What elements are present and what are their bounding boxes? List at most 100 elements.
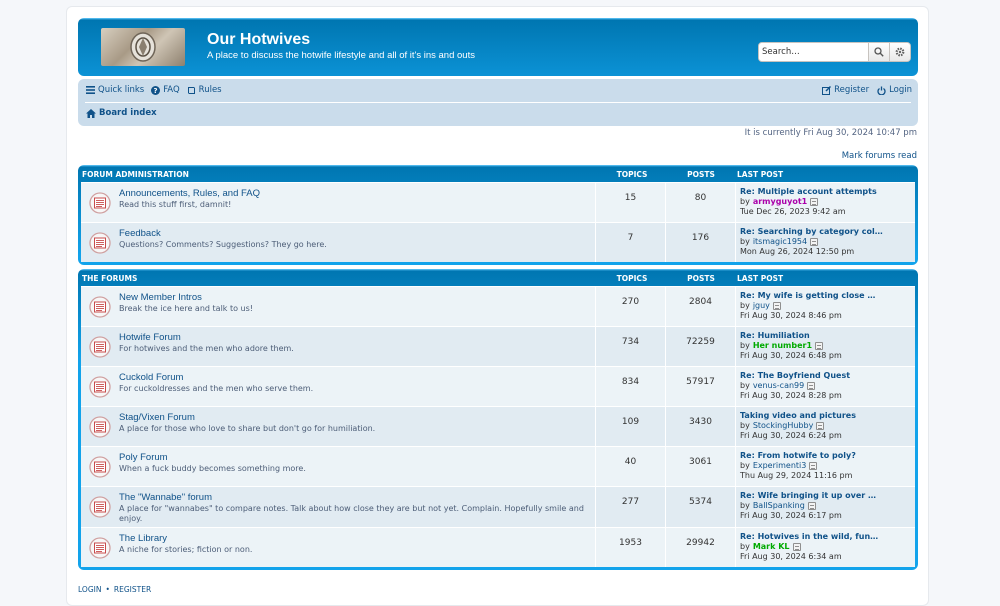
forum-title-link[interactable]: Poly Forum xyxy=(119,452,168,463)
forum-status xyxy=(89,192,111,217)
forum-read-icon xyxy=(89,376,111,398)
last-post-by-label: by xyxy=(740,501,750,510)
faq-link[interactable]: ? FAQ xyxy=(151,85,180,95)
search-icon xyxy=(874,47,884,57)
advanced-search-button[interactable] xyxy=(889,43,910,61)
forum-posts-count: 72259 xyxy=(665,327,735,366)
login-link[interactable]: Login xyxy=(877,85,912,95)
forum-posts-count: 3430 xyxy=(665,407,735,446)
category-the-forums: THE FORUMS TOPICS POSTS LAST POST New Member… xyxy=(78,269,918,570)
last-post-by-label: by xyxy=(740,381,750,390)
forum-description: For cuckoldresses and the men who serve … xyxy=(119,384,314,393)
forum-row: Cuckold Forum For cuckoldresses and the m… xyxy=(81,366,915,406)
last-post-author-link[interactable]: Her number1 xyxy=(753,341,812,351)
site-title[interactable]: Our Hotwives xyxy=(207,31,310,49)
forum-last-post: Re: Searching by category col… by itsmagic… xyxy=(735,223,915,262)
forum-topics-count: 1953 xyxy=(595,528,665,567)
forum-topics-count: 834 xyxy=(595,367,665,406)
col-last-post-header: LAST POST xyxy=(737,170,784,179)
current-datetime: It is currently Fri Aug 30, 2024 10:47 p… xyxy=(744,128,917,138)
forum-last-post: Re: From hotwife to poly? by Experimenti3 T… xyxy=(735,447,915,486)
forum-last-post: Re: Multiple account attempts by armyguyot… xyxy=(735,183,915,222)
view-latest-post-icon[interactable] xyxy=(815,342,824,350)
forum-read-icon xyxy=(89,192,111,214)
last-post-author-link[interactable]: BallSpanking xyxy=(753,501,805,511)
forum-title-link[interactable]: The "Wannabe" forum xyxy=(119,492,212,503)
forum-read-icon xyxy=(89,537,111,559)
forum-read-icon xyxy=(89,496,111,518)
forum-topics-count: 270 xyxy=(595,287,665,326)
last-post-author-link[interactable]: venus-can99 xyxy=(753,381,804,391)
forum-title-link[interactable]: Hotwife Forum xyxy=(119,332,181,343)
last-post-date: Tue Dec 26, 2023 9:42 am xyxy=(740,207,846,216)
last-post-author-link[interactable]: jguy xyxy=(753,301,770,311)
last-post-date: Mon Aug 26, 2024 12:50 pm xyxy=(740,247,855,256)
forum-title-link[interactable]: Feedback xyxy=(119,228,161,239)
footer-login-link[interactable]: LOGIN xyxy=(78,585,101,594)
forum-read-icon xyxy=(89,336,111,358)
mark-forums-read-link[interactable]: Mark forums read xyxy=(842,151,917,161)
last-post-author-line: by venus-can99 xyxy=(740,381,915,391)
view-latest-post-icon[interactable] xyxy=(807,502,816,510)
last-post-title-link[interactable]: Re: Wife bringing it up over … xyxy=(740,491,915,501)
forum-title-link[interactable]: Announcements, Rules, and FAQ xyxy=(119,188,260,199)
quick-links-menu[interactable]: Quick links xyxy=(86,85,144,95)
search-input[interactable] xyxy=(759,43,868,61)
forum-title-link[interactable]: Cuckold Forum xyxy=(119,372,183,383)
forum-read-icon xyxy=(89,456,111,478)
last-post-author-link[interactable]: StockingHubby xyxy=(753,421,814,431)
last-post-date: Fri Aug 30, 2024 6:17 pm xyxy=(740,511,842,520)
last-post-title-link[interactable]: Re: Searching by category col… xyxy=(740,227,915,237)
edit-icon xyxy=(822,85,832,95)
breadcrumb[interactable]: Board index xyxy=(86,108,157,118)
view-latest-post-icon[interactable] xyxy=(772,302,781,310)
forum-status xyxy=(89,496,111,521)
view-latest-post-icon[interactable] xyxy=(816,422,825,430)
forum-description: A place for "wannabes" to compare notes.… xyxy=(119,504,584,523)
forum-posts-count: 3061 xyxy=(665,447,735,486)
forum-row: Stag/Vixen Forum A place for those who lo… xyxy=(81,406,915,446)
category-title[interactable]: FORUM ADMINISTRATION xyxy=(82,170,189,179)
site-header: Our Hotwives A place to discuss the hotw… xyxy=(78,18,918,76)
view-latest-post-icon[interactable] xyxy=(792,543,801,551)
register-link[interactable]: Register xyxy=(822,85,869,95)
forum-title-link[interactable]: Stag/Vixen Forum xyxy=(119,412,195,423)
footer-register-link[interactable]: REGISTER xyxy=(114,585,151,594)
last-post-title-link[interactable]: Re: The Boyfriend Quest xyxy=(740,371,915,381)
view-latest-post-icon[interactable] xyxy=(810,238,819,246)
last-post-title-link[interactable]: Re: My wife is getting close … xyxy=(740,291,915,301)
breadcrumb-board-index[interactable]: Board index xyxy=(99,108,157,118)
forum-description: When a fuck buddy becomes something more… xyxy=(119,464,306,473)
login-label: Login xyxy=(889,85,912,95)
rules-link[interactable]: Rules xyxy=(187,85,222,95)
last-post-author-line: by armyguyot1 xyxy=(740,197,915,207)
last-post-author-link[interactable]: Experimenti3 xyxy=(753,461,807,471)
category-header: FORUM ADMINISTRATION TOPICS POSTS LAST POST xyxy=(81,165,915,182)
site-description: A place to discuss the hotwife lifestyle… xyxy=(207,50,475,61)
forum-title-link[interactable]: New Member Intros xyxy=(119,292,202,303)
forum-description: Break the ice here and talk to us! xyxy=(119,304,253,313)
view-latest-post-icon[interactable] xyxy=(810,198,819,206)
forum-description: Questions? Comments? Suggestions? They g… xyxy=(119,240,327,249)
forum-row: Poly Forum When a fuck buddy becomes some… xyxy=(81,446,915,486)
search-button[interactable] xyxy=(868,43,889,61)
last-post-author-link[interactable]: armyguyot1 xyxy=(753,197,807,207)
last-post-author-link[interactable]: itsmagic1954 xyxy=(753,237,807,247)
last-post-title-link[interactable]: Taking video and pictures xyxy=(740,411,915,421)
last-post-title-link[interactable]: Re: Hotwives in the wild, fun… xyxy=(740,532,915,542)
forum-title-link[interactable]: The Library xyxy=(119,533,167,544)
forum-row: The "Wannabe" forum A place for "wannabes… xyxy=(81,486,915,527)
last-post-title-link[interactable]: Re: Humiliation xyxy=(740,331,915,341)
site-logo[interactable] xyxy=(101,28,185,66)
last-post-author-link[interactable]: Mark KL xyxy=(753,542,790,552)
last-post-title-link[interactable]: Re: From hotwife to poly? xyxy=(740,451,915,461)
forum-status xyxy=(89,537,111,562)
forum-posts-count: 80 xyxy=(665,183,735,222)
logo-emblem-icon xyxy=(130,32,156,62)
category-title[interactable]: THE FORUMS xyxy=(82,274,137,283)
forum-topics-count: 109 xyxy=(595,407,665,446)
last-post-title-link[interactable]: Re: Multiple account attempts xyxy=(740,187,915,197)
nav-divider xyxy=(85,102,911,103)
view-latest-post-icon[interactable] xyxy=(809,462,818,470)
view-latest-post-icon[interactable] xyxy=(807,382,816,390)
